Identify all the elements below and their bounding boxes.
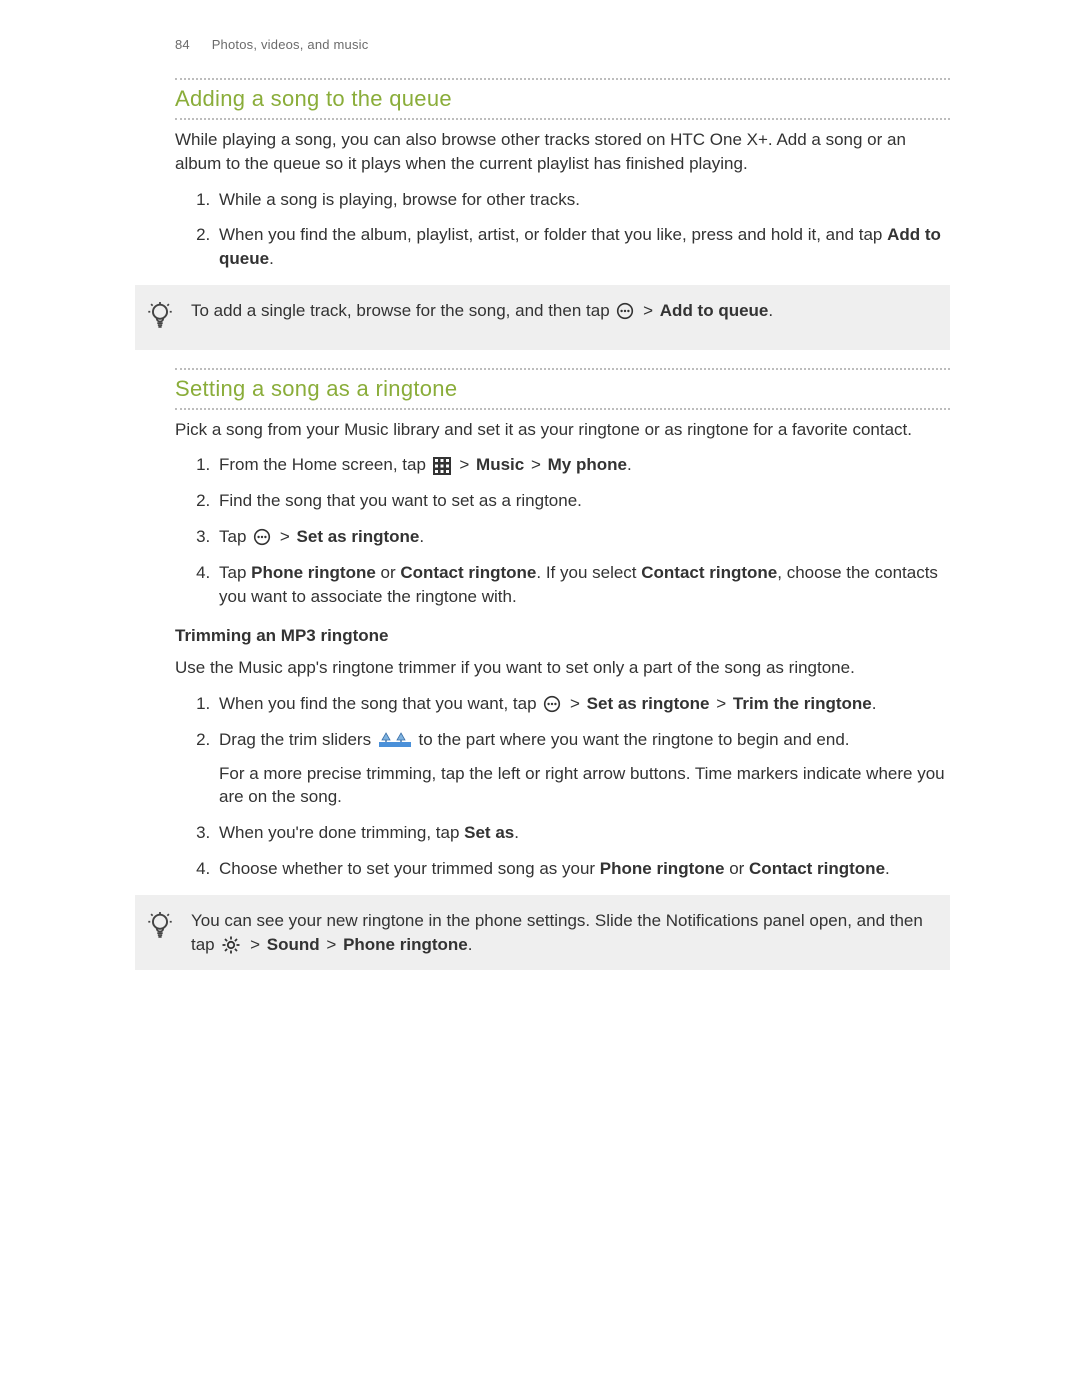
label-trim-the-ringtone: Trim the ringtone bbox=[733, 694, 872, 713]
divider bbox=[175, 408, 950, 410]
trim-slider-icon bbox=[378, 731, 412, 749]
label-contact-ringtone: Contact ringtone bbox=[400, 563, 536, 582]
tip-box-see-ringtone: You can see your new ringtone in the pho… bbox=[135, 895, 950, 971]
section-title: Setting a song as a ringtone bbox=[175, 370, 950, 408]
trim-steps: When you find the song that you want, ta… bbox=[175, 692, 950, 881]
label-my-phone: My phone bbox=[548, 455, 627, 474]
section1-steps: While a song is playing, browse for othe… bbox=[175, 188, 950, 271]
step-1: When you find the song that you want, ta… bbox=[215, 692, 950, 716]
tip-text: To add a single track, browse for the so… bbox=[191, 299, 930, 323]
settings-gear-icon bbox=[221, 935, 241, 955]
label-set-as: Set as bbox=[464, 823, 514, 842]
section-set-ringtone: Setting a song as a ringtone bbox=[175, 368, 950, 410]
section-adding-queue: Adding a song to the queue bbox=[175, 78, 950, 120]
more-options-icon bbox=[543, 695, 561, 713]
tip-box-add-single-track: To add a single track, browse for the so… bbox=[135, 285, 950, 350]
step-2: Drag the trim sliders to the part where … bbox=[215, 728, 950, 809]
label-phone-ringtone: Phone ringtone bbox=[600, 859, 725, 878]
subheading-trim-ringtone: Trimming an MP3 ringtone bbox=[175, 624, 950, 648]
label-sound: Sound bbox=[267, 935, 320, 954]
label-contact-ringtone: Contact ringtone bbox=[749, 859, 885, 878]
step-3: Tap > Set as ringtone. bbox=[215, 525, 950, 549]
step-1: While a song is playing, browse for othe… bbox=[215, 188, 950, 212]
label-music: Music bbox=[476, 455, 524, 474]
document-page: 84 Photos, videos, and music Adding a so… bbox=[0, 0, 1080, 1397]
step-4: Choose whether to set your trimmed song … bbox=[215, 857, 950, 881]
lightbulb-icon bbox=[147, 301, 175, 336]
tip-text: You can see your new ringtone in the pho… bbox=[191, 909, 930, 957]
page-number: 84 bbox=[175, 37, 190, 52]
trim-intro: Use the Music app's ringtone trimmer if … bbox=[175, 656, 950, 680]
more-options-icon bbox=[616, 302, 634, 320]
step-2-note: For a more precise trimming, tap the lef… bbox=[219, 762, 950, 810]
section2-steps: From the Home screen, tap > Music > My p… bbox=[175, 453, 950, 608]
step-3: When you're done trimming, tap Set as. bbox=[215, 821, 950, 845]
more-options-icon bbox=[253, 528, 271, 546]
label-phone-ringtone: Phone ringtone bbox=[343, 935, 468, 954]
section1-intro: While playing a song, you can also brows… bbox=[175, 128, 950, 176]
section-title: Adding a song to the queue bbox=[175, 80, 950, 118]
step-2: Find the song that you want to set as a … bbox=[215, 489, 950, 513]
label-set-as-ringtone: Set as ringtone bbox=[587, 694, 710, 713]
label-phone-ringtone: Phone ringtone bbox=[251, 563, 376, 582]
step-2: When you find the album, playlist, artis… bbox=[215, 223, 950, 271]
label-contact-ringtone: Contact ringtone bbox=[641, 563, 777, 582]
all-apps-icon bbox=[433, 457, 451, 475]
divider bbox=[175, 118, 950, 120]
chapter-name: Photos, videos, and music bbox=[212, 37, 369, 52]
step-1: From the Home screen, tap > Music > My p… bbox=[215, 453, 950, 477]
label-set-as-ringtone: Set as ringtone bbox=[297, 527, 420, 546]
running-header: 84 Photos, videos, and music bbox=[175, 36, 950, 54]
label-add-to-queue: Add to queue bbox=[660, 301, 769, 320]
section2-intro: Pick a song from your Music library and … bbox=[175, 418, 950, 442]
lightbulb-icon bbox=[147, 911, 175, 946]
step-4: Tap Phone ringtone or Contact ringtone. … bbox=[215, 561, 950, 609]
